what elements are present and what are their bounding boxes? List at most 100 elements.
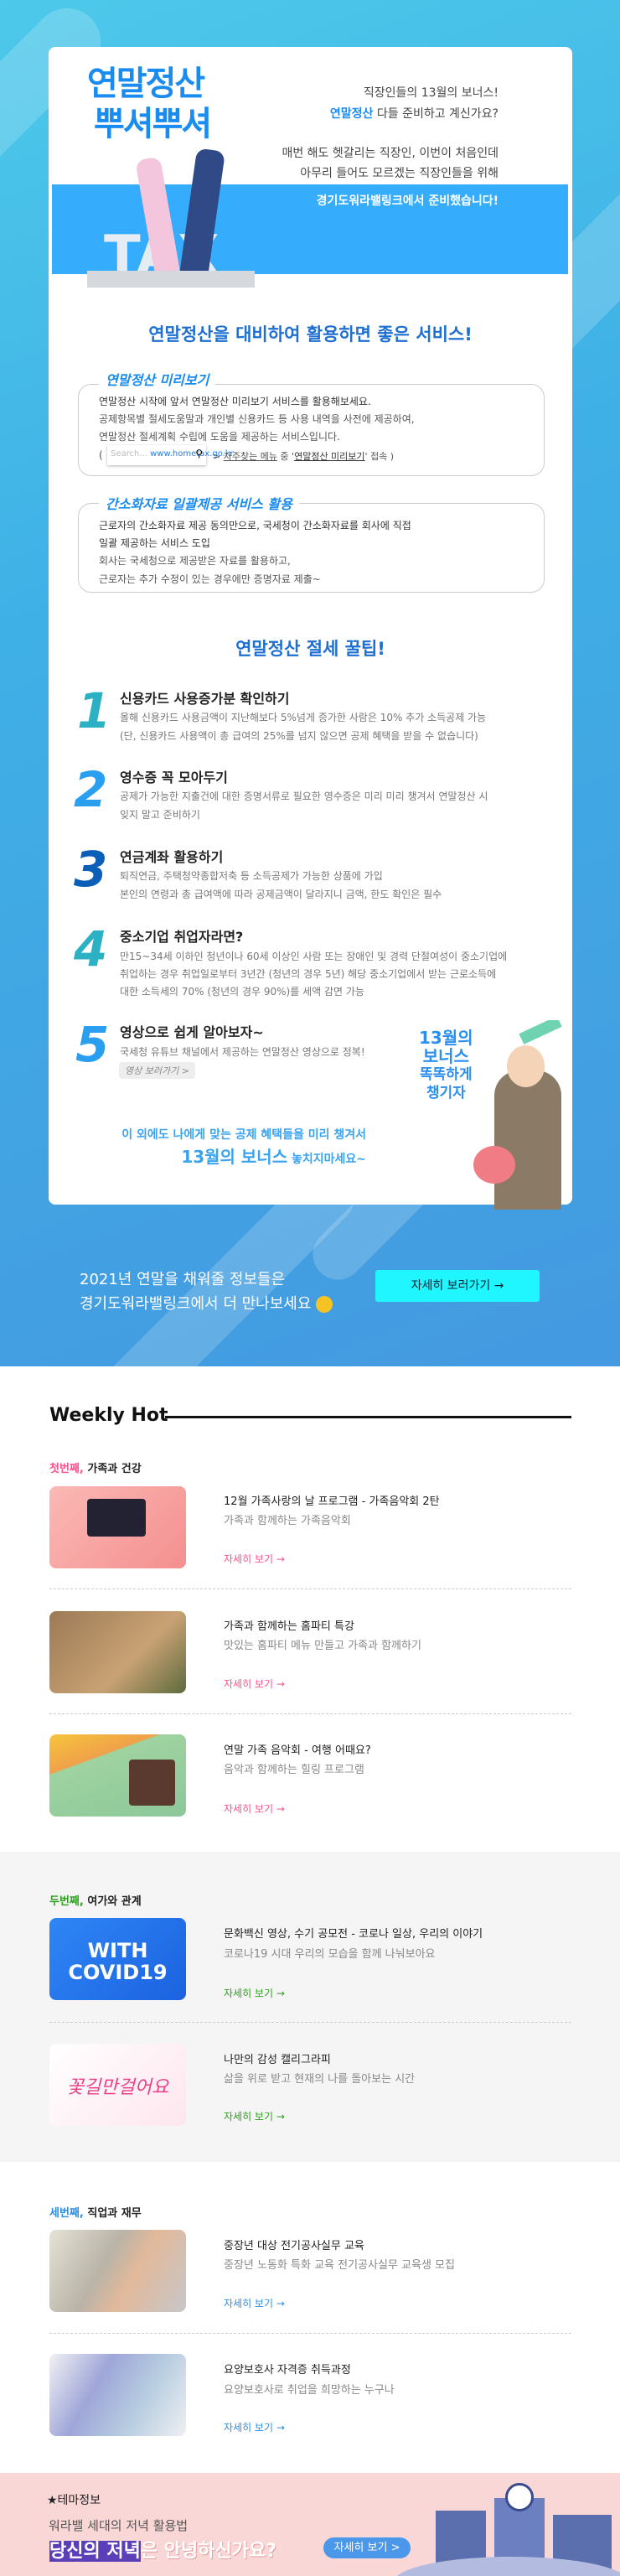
hometax-search-input[interactable]: Search... www.hometax.go.kr ⚲ [107, 445, 234, 465]
item-subtitle: 중장년 노동화 특화 교육 전기공사실무 교육생 모집 [224, 2259, 455, 2272]
hero-text: 연말정산 다들 준비하고 계신가요? [330, 105, 499, 122]
item-title[interactable]: 요양보호사 자격증 취득과정 [224, 2361, 351, 2376]
image-lettering: 꽃길만걸어요 [66, 2077, 169, 2098]
money-icon [519, 1020, 562, 1044]
theme-label: ★테마정보 [47, 2494, 101, 2507]
divider [49, 1713, 571, 1714]
path-text: ' 접속 ) [364, 451, 395, 462]
promo-text: 경기도워라밸링크에서 더 만나보세요 [80, 1292, 333, 1314]
item-title[interactable]: 문화백신 영상, 수기 공모전 - 코로나 일상, 우리의 이야기 [224, 1925, 483, 1941]
tip-title: 영수증 꼭 모아두기 [120, 770, 228, 785]
promo-text-line: 경기도워라밸링크에서 더 만나보세요 [80, 1295, 312, 1313]
calligraphy-image[interactable]: 꽃길만걸어요 [49, 2044, 186, 2126]
box-text: 일괄 제공하는 서비스 도입 [99, 537, 210, 549]
piggy-bank-icon [473, 1146, 515, 1184]
item-title[interactable]: 가족과 함께하는 홈파티 특강 [224, 1617, 354, 1633]
item-subtitle: 가족과 함께하는 가족음악회 [224, 1515, 351, 1527]
view-details-link[interactable]: 자세히 보기 → [224, 1986, 285, 2000]
hero-band-text: 경기도워라밸링크에서 준비했습니다! [316, 194, 499, 208]
item-title[interactable]: 중장년 대상 전기공사실무 교육 [224, 2237, 364, 2252]
tip-desc: 올해 신용카드 사용금액이 지난해보다 5%넘게 증가한 사람은 10% 추가 … [120, 712, 487, 723]
music-travel-image[interactable] [49, 1734, 186, 1817]
path-link[interactable]: 자주찾는 메뉴 [224, 451, 277, 462]
hero-illustration: 연말정산 뿌셔뿌셔 TAX [87, 65, 255, 288]
businessman-head [507, 1045, 545, 1087]
closing-text: 13월의 보너스 놓치지마세요~ [181, 1143, 366, 1168]
bonus-lettering: 13월의 보너스 똑똑하게 챙기자 [419, 1028, 473, 1101]
caregiver-image[interactable] [49, 2354, 186, 2436]
hometax-path: > 자주찾는 메뉴 중 '연말정산 미리보기' 접속 ) [213, 451, 395, 462]
paper-stacks [87, 271, 255, 288]
item-title[interactable]: 연말 가족 음악회 - 여행 어때요? [224, 1741, 371, 1757]
hero-text-rest: 다들 준비하고 계신가요? [373, 107, 499, 121]
tip-desc: 국세청 유튜브 채널에서 제공하는 연말정산 영상으로 정복! [120, 1046, 365, 1058]
box-text: 회사는 국세청으로 제공받은 자료를 활용하고, [99, 555, 291, 567]
path-text: 중 ' [276, 451, 295, 462]
tip-desc: 만15~34세 이하인 청년이나 60세 이상인 사람 또는 장애인 및 경력 … [120, 951, 508, 962]
tip-desc: 본인의 연령과 총 급여액에 따라 공제금액이 달라지니 금액, 한도 확인은 … [120, 889, 442, 900]
tip-title: 연금계좌 활용하기 [120, 849, 224, 865]
title-rule [165, 1416, 571, 1418]
view-details-link[interactable]: 자세히 보기 → [224, 1801, 285, 1816]
theme-subtitle: 워라밸 세대의 저녁 활용법 [49, 2518, 189, 2533]
electrical-training-image[interactable] [49, 2230, 186, 2312]
businessman-figure [494, 1070, 561, 1210]
item-title[interactable]: 나만의 감성 캘리그라피 [224, 2050, 331, 2066]
hero-text: 직장인들의 13월의 보너스! [363, 86, 499, 100]
theme-headline: 당신의 저녁은 안녕하신가요? [49, 2536, 276, 2563]
view-details-link[interactable]: 자세히 보기 → [224, 2296, 285, 2310]
tip-desc: 퇴직연금, 주택청약종합저축 등 소득공제가 가능한 상품에 가입 [120, 870, 383, 882]
family-concert-image[interactable] [49, 1486, 186, 1568]
covid-contest-image[interactable]: WITH COVID19 [49, 1918, 186, 2000]
tip-title: 중소기업 취업자라면? [120, 929, 244, 945]
view-more-button[interactable]: 자세히 보러가기 → [375, 1270, 540, 1302]
preview-title: 연말정산 미리보기 [99, 369, 216, 389]
smiley-icon [316, 1296, 333, 1313]
box-text: 공제항목별 절세도움말과 개인별 신용카드 등 사용 내역을 사전에 제공하여, [99, 413, 415, 425]
paren: ( [99, 449, 103, 461]
year-end-tax-section: 연말정산 뿌셔뿌셔 TAX 직장인들의 13월의 보너스! 연말정산 다들 준비… [0, 0, 620, 1366]
tip-desc: 취업하는 경우 취업일로부터 3년간 (청년의 경우 5년) 해당 중소기업에서… [120, 968, 497, 980]
tip-number: 5 [75, 1016, 110, 1073]
item-subtitle: 맛있는 홈파티 메뉴 만들고 가족과 함께하기 [224, 1640, 421, 1652]
view-details-link[interactable]: 자세히 보기 → [224, 2109, 285, 2123]
section-label: 첫번째, 가족과 건강 [49, 1463, 142, 1475]
box-text: 연말정산 절세계획 수립에 도움을 제공하는 서비스입니다. [99, 431, 340, 443]
bonus-illustration: 13월의 보너스 똑똑하게 챙기자 [394, 1020, 570, 1210]
hero-accent: 연말정산 [329, 107, 374, 121]
tip-desc: (단, 신용카드 사용액이 총 급여의 25%를 넘지 않으면 공제 혜택을 받… [120, 730, 478, 742]
services-heading: 연말정산을 대비하여 활용하면 좋은 서비스! [148, 324, 473, 345]
tip-desc: 잊지 말고 준비하기 [120, 809, 200, 821]
search-icon: ⚲ [195, 448, 203, 459]
view-details-link[interactable]: 자세히 보기 → [224, 1677, 285, 1691]
tip-desc: 공제가 가능한 지출건에 대한 증명서류로 필요한 영수증은 미리 미리 챙겨서… [120, 790, 488, 802]
home-party-image[interactable] [49, 1611, 186, 1693]
view-details-link[interactable]: 자세히 보기 → [224, 1552, 285, 1566]
box-text: 근로자의 간소화자료 제공 동의만으로, 국세청이 간소화자료를 회사에 직접 [99, 520, 411, 531]
item-title[interactable]: 12월 가족사랑의 날 프로그램 - 가족음악회 2탄 [224, 1492, 440, 1508]
tip-number: 1 [77, 682, 111, 739]
box-text: 연말정산 시작에 앞서 연말정산 미리보기 서비스를 활용해보세요. [99, 396, 371, 407]
tip-number: 3 [74, 841, 108, 898]
promo-text: 2021년 연말을 채워줄 정보들은 [80, 1271, 286, 1288]
divider [49, 2022, 571, 2023]
section-label: 세번째, 직업과 재무 [49, 2207, 142, 2220]
section-label: 두번째, 여가와 관계 [49, 1895, 142, 1908]
tip-title: 신용카드 사용증가분 확인하기 [120, 691, 290, 707]
box-text: 근로자는 추가 수정이 있는 경우에만 증명자료 제출~ [99, 573, 321, 585]
image-lettering: WITH COVID19 [68, 1939, 168, 1984]
simplified-data-title: 간소화자료 일괄제공 서비스 활용 [99, 493, 299, 513]
theme-view-button[interactable]: 자세히 보기 > [323, 2537, 411, 2558]
tip-title: 영상으로 쉽게 알아보자~ [120, 1024, 264, 1040]
search-placeholder: Search... [111, 449, 147, 459]
theme-highlight: 당신의 저녁 [49, 2541, 141, 2562]
closing-text: 이 외에도 나에게 맞는 공제 혜택들을 미리 챙겨서 [121, 1128, 366, 1142]
tips-heading: 연말정산 절세 꿀팁! [235, 639, 385, 659]
closing-rest: 놓치지마세요~ [287, 1153, 366, 1166]
path-link[interactable]: 연말정산 미리보기 [294, 451, 364, 462]
theme-headline-rest: 은 안녕하신가요? [140, 2541, 276, 2562]
tip-number: 2 [74, 761, 108, 818]
view-details-link[interactable]: 자세히 보기 → [224, 2420, 285, 2434]
theme-banner[interactable]: ★테마정보 워라밸 세대의 저녁 활용법 당신의 저녁은 안녕하신가요? 자세히… [0, 2473, 620, 2576]
video-button[interactable]: 영상 보러가기 > [119, 1062, 195, 1079]
